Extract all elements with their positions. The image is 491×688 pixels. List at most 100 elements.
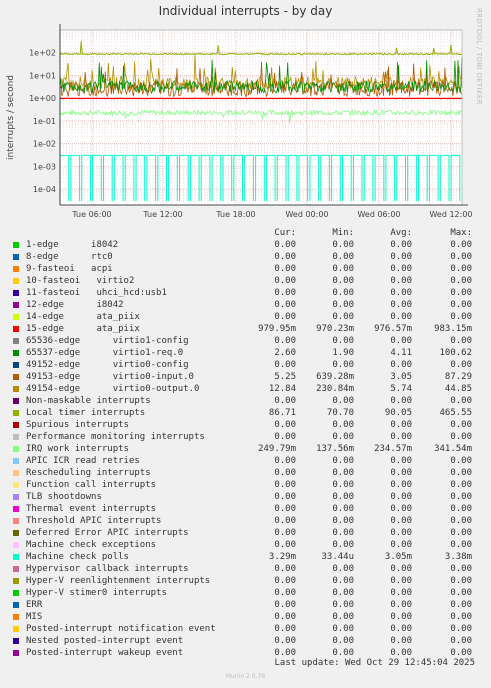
legend-label: 9-fasteoi acpi <box>26 264 113 274</box>
legend-row: Performance monitoring interrupts 0.00 0.0… <box>0 432 491 444</box>
chart-area: 1e+02 1e+01 1e+00 1e-01 1e-02 1e-03 1e-04 Tue 0… <box>6 24 473 219</box>
legend-value-cur: 0.00 <box>274 240 296 250</box>
legend-row: Nested posted-interrupt event 0.00 0.00 0.0… <box>0 636 491 648</box>
column-header-avg: Avg: <box>390 228 412 238</box>
legend-value-max: 0.00 <box>450 564 472 574</box>
legend-label: Non-maskable interrupts <box>26 396 151 406</box>
legend-row: Spurious interrupts 0.00 0.00 0.00 0.00 <box>0 420 491 432</box>
legend-value-avg: 0.00 <box>390 588 412 598</box>
legend-value-max: 0.00 <box>450 264 472 274</box>
legend-value-cur: 12.84 <box>268 384 296 394</box>
legend-label: Threshold APIC interrupts <box>26 516 162 526</box>
legend-value-avg: 4.11 <box>390 348 412 358</box>
legend-value-min: 0.00 <box>332 516 354 526</box>
legend-value-cur: 0.00 <box>274 516 296 526</box>
legend-value-cur: 249.79m <box>258 444 296 454</box>
legend-value-avg: 0.00 <box>390 480 412 490</box>
x-tick-label: Wed 00:00 <box>285 210 328 219</box>
y-tick-label: 1e-02 <box>33 140 56 149</box>
legend-swatch <box>13 518 19 524</box>
legend-value-max: 341.54m <box>434 444 472 454</box>
legend-row: 12-edge i8042 0.00 0.00 0.00 0.00 <box>0 300 491 312</box>
legend-value-min: 0.00 <box>332 264 354 274</box>
legend-value-avg: 0.00 <box>390 264 412 274</box>
legend-value-avg: 976.57m <box>374 324 412 334</box>
legend-row: TLB shootdowns 0.00 0.00 0.00 0.00 <box>0 492 491 504</box>
legend-value-min: 0.00 <box>332 300 354 310</box>
legend-swatch <box>13 422 19 428</box>
legend-label: Machine check exceptions <box>26 540 157 550</box>
legend-label: Hyper-V reenlightenment interrupts <box>26 576 211 586</box>
legend-value-min: 1.90 <box>332 348 354 358</box>
legend-swatch <box>13 638 19 644</box>
legend-value-min: 0.00 <box>332 396 354 406</box>
legend-value-min: 0.00 <box>332 600 354 610</box>
legend-value-min: 0.00 <box>332 636 354 646</box>
legend-label: Rescheduling interrupts <box>26 468 151 478</box>
legend-row: 1-edge i8042 0.00 0.00 0.00 0.00 <box>0 240 491 252</box>
legend-row: Non-maskable interrupts 0.00 0.00 0.00 0.00 <box>0 396 491 408</box>
legend-value-min: 0.00 <box>332 336 354 346</box>
legend-row: 11-fasteoi uhci_hcd:usb1 0.00 0.00 0.00 0.00 <box>0 288 491 300</box>
legend-label: IRQ work interrupts <box>26 444 129 454</box>
legend-label: 49152-edge virtio0-config <box>26 360 189 370</box>
legend-swatch <box>13 290 19 296</box>
legend-value-avg: 0.00 <box>390 456 412 466</box>
legend-value-cur: 0.00 <box>274 288 296 298</box>
legend-value-min: 0.00 <box>332 276 354 286</box>
legend-swatch <box>13 458 19 464</box>
legend-value-min: 970.23m <box>316 324 354 334</box>
legend-swatch <box>13 614 19 620</box>
legend-value-avg: 0.00 <box>390 516 412 526</box>
legend-row: Machine check polls 3.29m 33.44u 3.05m 3.38m <box>0 552 491 564</box>
legend-label: 49153-edge virtio0-input.0 <box>26 372 194 382</box>
legend-swatch <box>13 314 19 320</box>
legend-value-max: 0.00 <box>450 396 472 406</box>
munin-version: Munin 2.0.76 <box>225 673 266 680</box>
legend-value-avg: 0.00 <box>390 312 412 322</box>
legend-swatch <box>13 494 19 500</box>
legend-value-cur: 0.00 <box>274 360 296 370</box>
legend-row: Deferred Error APIC interrupts 0.00 0.00 0.… <box>0 528 491 540</box>
legend-value-max: 0.00 <box>450 528 472 538</box>
x-tick-label: Tue 12:00 <box>142 210 182 219</box>
column-header-max: Max: <box>450 228 472 238</box>
legend-value-min: 0.00 <box>332 504 354 514</box>
legend-value-cur: 0.00 <box>274 468 296 478</box>
legend-label: 12-edge i8042 <box>26 300 124 310</box>
legend-value-avg: 0.00 <box>390 624 412 634</box>
legend-label: 1-edge i8042 <box>26 240 119 250</box>
legend-value-max: 0.00 <box>450 540 472 550</box>
legend-row: Hyper-V reenlightenment interrupts 0.00 0.… <box>0 576 491 588</box>
legend-value-cur: 979.95m <box>258 324 296 334</box>
legend-value-max: 0.00 <box>450 336 472 346</box>
legend-value-max: 983.15m <box>434 324 472 334</box>
legend-label: Posted-interrupt wakeup event <box>26 648 184 658</box>
legend-swatch <box>13 626 19 632</box>
legend-value-avg: 0.00 <box>390 612 412 622</box>
legend-swatch <box>13 242 19 248</box>
legend-swatch <box>13 410 19 416</box>
legend-row: Hypervisor callback interrupts 0.00 0.00 0.… <box>0 564 491 576</box>
y-tick-label: 1e+01 <box>29 71 56 80</box>
legend-value-cur: 0.00 <box>274 276 296 286</box>
legend-label: 14-edge ata_piix <box>26 312 140 322</box>
legend-row: 65537-edge virtio1-req.0 2.60 1.90 4.11 100.… <box>0 348 491 360</box>
legend-value-max: 0.00 <box>450 468 472 478</box>
legend-label: Deferred Error APIC interrupts <box>26 528 189 538</box>
legend-row: Local timer interrupts 86.71 70.70 90.05 465… <box>0 408 491 420</box>
y-tick-label: 1e+02 <box>29 49 56 58</box>
legend-value-max: 0.00 <box>450 300 472 310</box>
x-tick-label: Tue 06:00 <box>71 210 111 219</box>
legend-value-avg: 0.00 <box>390 600 412 610</box>
legend-value-min: 0.00 <box>332 540 354 550</box>
legend-label: Nested posted-interrupt event <box>26 636 184 646</box>
legend-swatch <box>13 278 19 284</box>
legend-value-min: 0.00 <box>332 240 354 250</box>
legend-value-max: 0.00 <box>450 588 472 598</box>
legend-label: 10-fasteoi virtio2 <box>26 276 135 286</box>
legend-label: 15-edge ata_piix <box>26 324 140 334</box>
legend-label: APIC ICR read retries <box>26 456 140 466</box>
legend-value-avg: 0.00 <box>390 636 412 646</box>
legend-value-cur: 0.00 <box>274 504 296 514</box>
